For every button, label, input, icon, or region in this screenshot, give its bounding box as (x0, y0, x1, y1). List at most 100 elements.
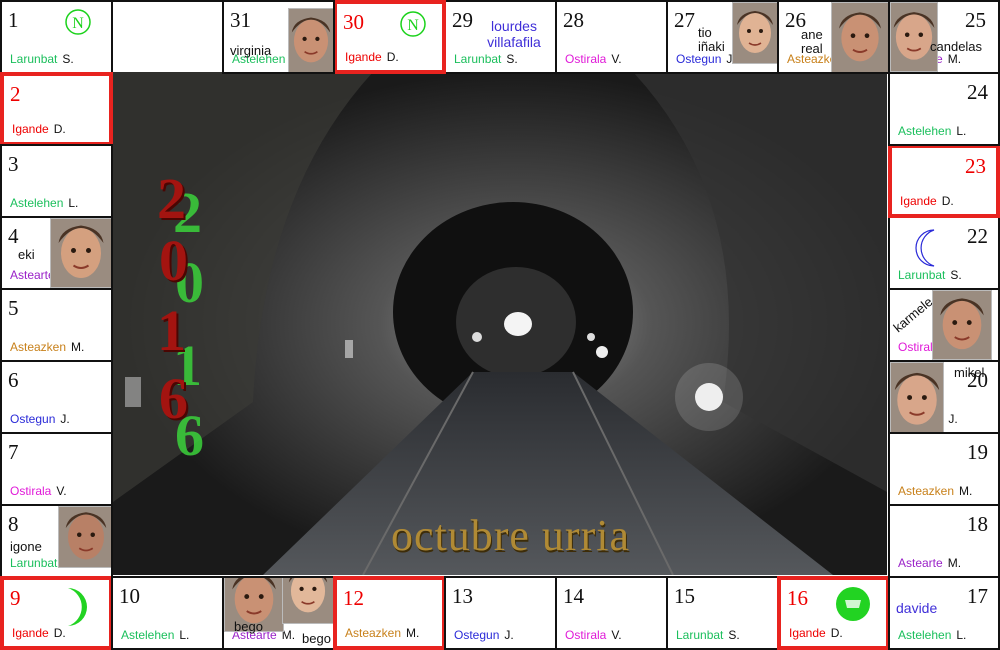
day-cell-18[interactable]: 18 Astearte M. (888, 504, 1000, 578)
day-cell-11[interactable]: 11AstearteM.begobego (222, 576, 335, 650)
weekday-name: Igande (900, 194, 937, 208)
weekday-name: Ostegun (10, 412, 56, 426)
day-cell-6[interactable]: 6 Ostegun J. (0, 360, 113, 434)
day-cell-24[interactable]: 24 Astelehen L. (888, 72, 1000, 146)
weekday-name: Astearte (10, 268, 55, 282)
day-cell-19[interactable]: 19 Asteazken M. (888, 432, 1000, 506)
day-cell-8[interactable]: 8LarunbatS.igone (0, 504, 113, 578)
weekday-abbr: J. (948, 412, 958, 426)
day-cell-22[interactable]: 22 Larunbat S. (888, 216, 1000, 290)
weekday-name: Igande (789, 626, 826, 640)
weekday-label: Astelehen L. (898, 628, 966, 642)
weekday-name: Larunbat (454, 52, 502, 66)
day-cell-20[interactable]: 20OstegunJ.mikel (888, 360, 1000, 434)
day-cell-4[interactable]: 4AstearteM.eki (0, 216, 113, 290)
weekday-label: Astelehen L. (10, 196, 78, 210)
day-cell-10[interactable]: 10 Astelehen L. (111, 576, 224, 650)
weekday-label: Igande D. (12, 626, 66, 640)
weekday-abbr: D. (53, 122, 66, 136)
weekday-label: Larunbat S. (10, 52, 74, 66)
weekday-abbr: V. (56, 484, 67, 498)
day-cell-21[interactable]: 21OstiralaV.karmele (888, 288, 1000, 362)
weekday-label: Ostirala V. (565, 52, 622, 66)
birthday-name: virginia (230, 43, 272, 58)
day-number: 3 (8, 152, 19, 176)
svg-text:N: N (72, 15, 84, 32)
weekday-abbr: S. (506, 52, 518, 66)
weekday-label: Ostirala V. (10, 484, 67, 498)
weekday-abbr: S. (62, 52, 74, 66)
weekday-abbr: L. (68, 196, 79, 210)
weekday-name: Igande (345, 50, 382, 64)
day-number: 8 (8, 512, 19, 536)
day-cell-31[interactable]: 31AstelehenL.virginia (222, 0, 335, 74)
year-digit: 1 (157, 298, 186, 363)
day-cell-3[interactable]: 3 Astelehen L. (0, 144, 113, 218)
day-cell-17[interactable]: 17 Astelehen L. davide (888, 576, 1000, 650)
day-number: 9 (10, 586, 21, 610)
weekday-name: Astelehen (898, 124, 952, 138)
weekday-abbr: J. (60, 412, 70, 426)
day-cell-30[interactable]: 30 Igande D. N (333, 0, 446, 74)
weekday-label: Asteazken M. (10, 340, 84, 354)
day-number: 2 (10, 82, 21, 106)
day-number: 6 (8, 368, 19, 392)
birthday-name: ane real (801, 27, 823, 56)
day-cell-7[interactable]: 7 Ostirala V. (0, 432, 113, 506)
weekday-label: Igande D. (345, 50, 399, 64)
day-number: 17 (967, 584, 988, 608)
birthday-name: lourdes villafafila (487, 18, 541, 51)
day-cell-16[interactable]: 16 Igande D. (777, 576, 890, 650)
day-number: 22 (967, 224, 988, 248)
weekday-label: Igande D. (12, 122, 66, 136)
weekday-abbr: M. (947, 52, 962, 66)
weekday-name: Astelehen (898, 628, 952, 642)
day-cell-15[interactable]: 15 Larunbat S. (666, 576, 779, 650)
day-number: 7 (8, 440, 19, 464)
day-cell-29[interactable]: 29 Larunbat S. lourdes villafafila (444, 0, 557, 74)
person-photo (890, 362, 944, 432)
day-cell-5[interactable]: 5 Asteazken M. (0, 288, 113, 362)
weekday-abbr: L. (956, 628, 967, 642)
weekday-abbr: M. (406, 626, 420, 640)
birthday-name: eki (18, 247, 35, 262)
birthday-name: davide (896, 600, 938, 616)
tunnel-illustration (113, 72, 887, 575)
day-cell-2[interactable]: 2 Igande D. (0, 72, 113, 146)
weekday-name: Larunbat (10, 556, 58, 570)
day-cell-12[interactable]: 12 Asteazken M. (333, 576, 446, 650)
day-cell-25[interactable]: 25AstearteM.candelas (888, 0, 1000, 74)
day-number: 13 (452, 584, 473, 608)
day-number: 10 (119, 584, 140, 608)
day-cell-23[interactable]: 23 Igande D. (888, 144, 1000, 218)
weekday-label: Asteazken M. (898, 484, 972, 498)
day-number: 24 (967, 80, 988, 104)
birthday-name: bego (302, 631, 331, 646)
year-digit: 0 (159, 228, 188, 293)
person-photo (282, 578, 333, 624)
new-moon-icon: N (64, 8, 92, 41)
first-quarter-moon-icon (60, 586, 90, 633)
new-moon-icon: N (399, 10, 427, 43)
day-cell-14[interactable]: 14 Ostirala V. (555, 576, 668, 650)
weekday-label: Ostegun J. (10, 412, 70, 426)
weekday-name: Ostirala (10, 484, 52, 498)
day-cell-27[interactable]: 27 Ostegun J. tio iñaki (666, 0, 779, 74)
day-cell-9[interactable]: 9 Igande D. (0, 576, 113, 650)
weekday-abbr: L. (179, 628, 190, 642)
day-number: 29 (452, 8, 473, 32)
weekday-name: Astelehen (121, 628, 175, 642)
weekday-name: Asteazken (345, 626, 402, 640)
day-number: 14 (563, 584, 584, 608)
day-number: 23 (965, 154, 986, 178)
weekday-abbr: L. (956, 124, 967, 138)
day-cell-26[interactable]: 26AsteazkenM.ane real (777, 0, 890, 74)
weekday-name: Larunbat (10, 52, 58, 66)
day-cell-28[interactable]: 28 Ostirala V. (555, 0, 668, 74)
day-number: 27 (674, 8, 695, 32)
day-number: 18 (967, 512, 988, 536)
day-cell-1[interactable]: 1 Larunbat S. N (0, 0, 113, 74)
weekday-label: Larunbat S. (454, 52, 518, 66)
weekday-name: Ostegun (454, 628, 500, 642)
day-cell-13[interactable]: 13 Ostegun J. (444, 576, 557, 650)
